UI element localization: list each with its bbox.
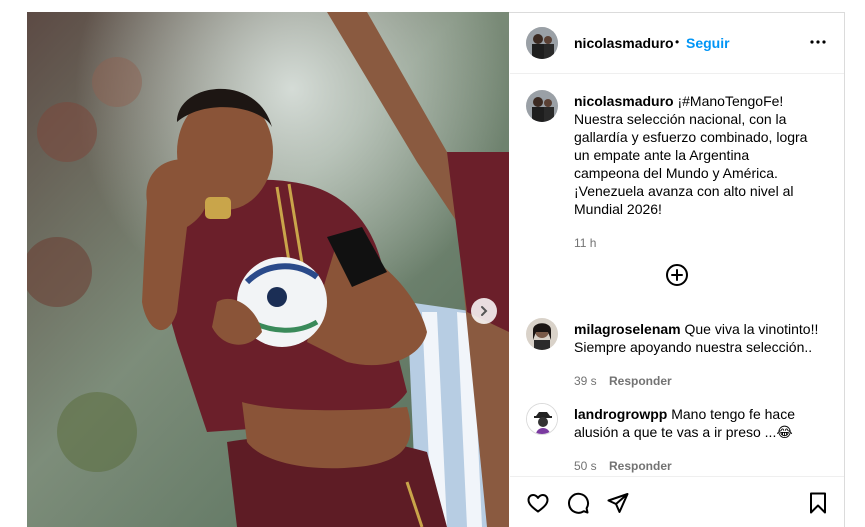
bookmark-icon[interactable] (806, 491, 830, 515)
commenter-avatar[interactable] (526, 403, 558, 435)
more-options-icon[interactable] (806, 34, 830, 50)
follow-button[interactable]: Seguir (686, 35, 730, 51)
avatar-image (526, 90, 558, 122)
comment-body: Que viva la vinotinto!! (684, 321, 819, 337)
comment-body: alusión a que te vas a ir preso ...😂 (574, 424, 793, 440)
reply-button[interactable]: Responder (609, 374, 672, 388)
next-image-button[interactable] (471, 298, 497, 324)
commenter-username[interactable]: milagroselenam (574, 321, 681, 337)
caption-line: ¡Venezuela avanza con alto nivel al (574, 183, 794, 199)
caption-line: un empate ante la Argentina (574, 147, 750, 163)
caption-avatar[interactable] (526, 90, 558, 122)
heart-icon[interactable] (526, 491, 550, 515)
caption-line: Mundial 2026! (574, 201, 662, 217)
caption-username[interactable]: nicolasmaduro (574, 93, 674, 109)
post-photo[interactable] (27, 12, 509, 527)
comment-item: milagroselenam Que viva la vinotinto!! S… (510, 316, 844, 388)
caption-hashtag[interactable]: ¡#ManoTengoFe! (677, 93, 783, 109)
comment-text: milagroselenam Que viva la vinotinto!! S… (574, 320, 836, 356)
header-separator: • (675, 35, 680, 49)
author-avatar[interactable] (526, 27, 558, 59)
comment-text: landrogrowpp Mano tengo fe hace alusión … (574, 405, 836, 441)
plus-circle-icon[interactable] (665, 263, 689, 287)
action-bar (510, 476, 844, 527)
commenter-avatar[interactable] (526, 318, 558, 350)
reply-button[interactable]: Responder (609, 459, 672, 473)
chevron-right-icon (481, 306, 488, 316)
share-icon[interactable] (606, 491, 630, 515)
author-username[interactable]: nicolasmaduro (574, 35, 674, 51)
post-details-panel: nicolasmaduro • Seguir nicolasmaduro ¡#M… (510, 12, 844, 527)
caption-line: gallardía y esfuerzo combinado, logra (574, 129, 808, 145)
post-header: nicolasmaduro • Seguir (510, 12, 844, 74)
comment-icon[interactable] (566, 491, 590, 515)
football-player-photo (27, 12, 509, 527)
comment-body: Siempre apoyando nuestra selección.. (574, 339, 813, 355)
comment-body: Mano tengo fe hace (671, 406, 795, 422)
comment-item: landrogrowpp Mano tengo fe hace alusión … (510, 401, 844, 473)
avatar-image (526, 318, 558, 350)
caption-line: campeona del Mundo y América. (574, 165, 778, 181)
avatar-image (526, 27, 558, 59)
caption-text: nicolasmaduro ¡#ManoTengoFe! Nuestra sel… (574, 92, 836, 218)
comment-time[interactable]: 50 s (574, 459, 597, 473)
commenter-username[interactable]: landrogrowpp (574, 406, 667, 422)
caption-line: Nuestra selección nacional, con la (574, 111, 787, 127)
avatar-image (527, 404, 557, 434)
comment-time[interactable]: 39 s (574, 374, 597, 388)
post-time[interactable]: 11 h (574, 236, 596, 250)
